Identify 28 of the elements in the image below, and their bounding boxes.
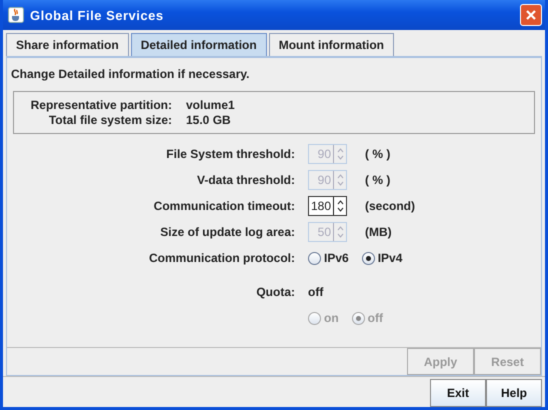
- summary-value: volume1: [186, 98, 236, 112]
- setting-label: Size of update log area:: [160, 225, 295, 239]
- radio-option[interactable]: IPv6: [308, 251, 349, 265]
- instruction-text: Change Detailed information if necessary.: [10, 66, 251, 83]
- tab[interactable]: Mount information: [268, 33, 394, 56]
- coffee-cup-icon: [8, 7, 24, 23]
- setting-label: Communication timeout:: [154, 199, 295, 213]
- unit-label: ( % ): [365, 147, 390, 161]
- summary-label: Representative partition:: [30, 98, 172, 112]
- close-icon: [525, 9, 537, 21]
- unit-label: (MB): [365, 225, 392, 239]
- summary-label: Total file system size:: [48, 113, 172, 127]
- setting-label: Communication protocol:: [149, 251, 295, 265]
- footer-button[interactable]: Help: [486, 379, 542, 407]
- close-button[interactable]: [520, 4, 542, 26]
- setting-label: File System threshold:: [166, 147, 295, 161]
- unit-label: (second): [365, 199, 416, 213]
- footer-button[interactable]: Exit: [430, 379, 486, 407]
- summary-value: 15.0 GB: [186, 113, 232, 127]
- setting-label: V-data threshold:: [196, 173, 295, 187]
- radio-option[interactable]: IPv4: [362, 251, 402, 265]
- number-spinner[interactable]: 180: [308, 196, 347, 216]
- unit-label: ( % ): [365, 173, 390, 187]
- tab[interactable]: Detailed information: [130, 33, 267, 56]
- setting-label: Quota:: [256, 285, 295, 299]
- setting-value: off: [308, 285, 324, 299]
- window-title: Global File Services: [30, 8, 165, 22]
- tab[interactable]: Share information: [6, 33, 129, 56]
